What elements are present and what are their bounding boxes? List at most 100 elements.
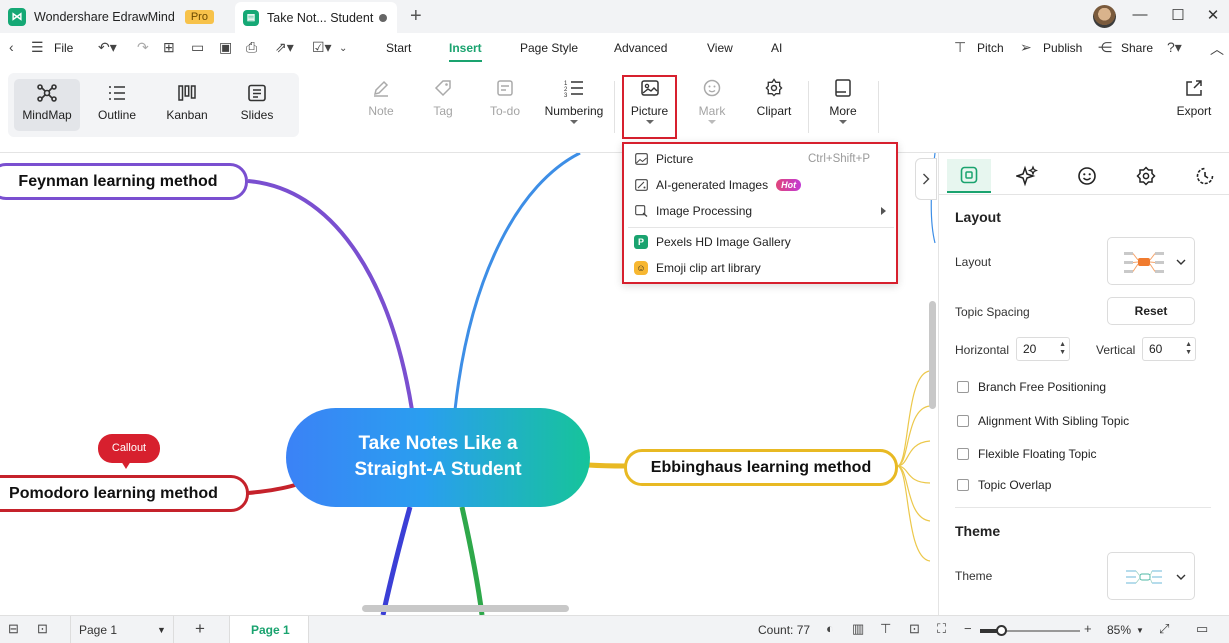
file-menu[interactable]: File — [54, 41, 73, 55]
help-icon[interactable]: ?▾ — [1167, 39, 1182, 56]
checklist-icon[interactable]: ☑▾ — [312, 39, 332, 56]
menu-item-picture[interactable]: Picture Ctrl+Shift+P — [624, 146, 896, 172]
tab-mark[interactable] — [1065, 159, 1109, 193]
zoom-slider[interactable] — [980, 625, 1080, 636]
menu-ai[interactable]: AI — [771, 41, 782, 55]
tag-button[interactable]: Tag — [426, 78, 460, 118]
unsaved-dot-icon[interactable] — [379, 13, 387, 22]
page-list-icon[interactable]: ⊟ — [8, 621, 19, 637]
mark-dropdown-caret-icon[interactable] — [708, 120, 716, 124]
redo-icon[interactable]: ↷ — [137, 39, 149, 56]
layout-selector[interactable] — [1107, 237, 1195, 285]
checkbox-box[interactable] — [957, 381, 969, 393]
checkbox-box[interactable] — [957, 448, 969, 460]
more-button[interactable]: More — [825, 78, 861, 124]
topic-feynman[interactable]: Feynman learning method — [0, 163, 248, 200]
theme-selector[interactable] — [1107, 552, 1195, 600]
publish-button[interactable]: Publish — [1043, 41, 1082, 55]
zoom-in-icon[interactable]: + — [1084, 621, 1092, 636]
checkbox-box[interactable] — [957, 415, 969, 427]
checkbox-box[interactable] — [957, 479, 969, 491]
reset-spacing-button[interactable]: Reset — [1107, 297, 1195, 325]
view-outline-button[interactable]: Outline — [84, 79, 150, 131]
tab-format[interactable] — [947, 159, 991, 193]
expand-canvas-icon[interactable]: ⤢ — [1159, 621, 1169, 637]
vertical-spacing-input[interactable]: 60 ▲ ▼ — [1142, 337, 1196, 361]
book-view-icon[interactable]: ▥ — [852, 621, 864, 637]
view-mindmap-button[interactable]: MindMap — [14, 79, 80, 131]
menu-item-emoji-label: Emoji clip art library — [656, 261, 761, 275]
plus-icon[interactable]: + — [410, 5, 422, 28]
hide-panel-icon[interactable]: ▭ — [1196, 621, 1208, 637]
page-thumbnail-icon[interactable]: ⊡ — [37, 621, 48, 637]
mark-button[interactable]: Mark — [694, 78, 730, 124]
menu-start[interactable]: Start — [386, 41, 411, 55]
topic-ebbinghaus[interactable]: Ebbinghaus learning method — [624, 449, 898, 486]
clipart-button[interactable]: Clipart — [754, 78, 794, 118]
todo-button[interactable]: To-do — [486, 78, 524, 118]
new-icon[interactable]: ⊞ — [163, 39, 175, 56]
document-tab[interactable]: ▤ Take Not... Student — [235, 2, 397, 33]
menu-page-style[interactable]: Page Style — [520, 41, 578, 55]
view-slides-button[interactable]: Slides — [224, 79, 290, 131]
menu-advanced[interactable]: Advanced — [614, 41, 667, 55]
hamburger-icon[interactable]: ☰ — [31, 39, 44, 56]
numbering-icon: 123 — [564, 81, 583, 98]
theme-toggle-icon[interactable]: ◐ — [826, 621, 834, 636]
tab-ai-style[interactable] — [1005, 159, 1049, 193]
edrawmind-logo-icon: ⋈ — [8, 7, 26, 26]
page-tab-active[interactable]: Page 1 — [229, 616, 309, 643]
customize-icon[interactable]: ⌄ — [339, 43, 347, 54]
save-icon[interactable]: ▣ — [219, 39, 232, 56]
numbering-button[interactable]: 123 Numbering — [543, 78, 605, 124]
close-icon[interactable]: ✕ — [1203, 6, 1223, 24]
menu-item-pexels-gallery[interactable]: P Pexels HD Image Gallery — [624, 229, 896, 255]
collapse-ribbon-icon[interactable]: ︿ — [1210, 39, 1224, 59]
maximize-icon[interactable]: ☐ — [1168, 6, 1188, 24]
view-kanban-button[interactable]: Kanban — [154, 79, 220, 131]
minimize-icon[interactable]: — — [1130, 6, 1150, 23]
checkbox-branch-free-positioning[interactable]: Branch Free Positioning — [957, 380, 1106, 394]
avatar[interactable] — [1093, 5, 1116, 28]
zoom-out-icon[interactable]: − — [964, 621, 972, 636]
pitch-button[interactable]: Pitch — [977, 41, 1004, 55]
open-folder-icon[interactable]: ▭ — [191, 39, 204, 56]
menu-insert[interactable]: Insert — [449, 41, 482, 55]
panel-collapse-button[interactable] — [915, 158, 937, 200]
presentation-icon[interactable]: ⊤ — [880, 621, 891, 637]
more-dropdown-caret-icon[interactable] — [839, 120, 847, 124]
fit-page-icon[interactable]: ⊡ — [909, 621, 920, 637]
horizontal-scrollbar[interactable] — [362, 605, 569, 612]
menu-view[interactable]: View — [707, 41, 733, 55]
checkbox-flexible-floating[interactable]: Flexible Floating Topic — [957, 447, 1097, 461]
pro-badge[interactable]: Pro — [184, 9, 214, 24]
spinner-icon[interactable]: ▲ ▼ — [1059, 341, 1066, 357]
chevron-down-icon[interactable]: ▼ — [1136, 626, 1144, 635]
print-icon[interactable]: ⎙ — [246, 39, 257, 56]
numbering-dropdown-caret-icon[interactable] — [570, 120, 578, 124]
central-topic[interactable]: Take Notes Like a Straight-A Student — [286, 408, 590, 507]
tab-clipart[interactable] — [1124, 159, 1168, 193]
menu-item-emoji-clipart[interactable]: ☺ Emoji clip art library — [624, 255, 896, 281]
zoom-slider-handle[interactable] — [996, 625, 1007, 636]
export-button[interactable]: Export — [1175, 78, 1213, 118]
zoom-level[interactable]: 85% — [1107, 623, 1131, 637]
checkbox-alignment-sibling[interactable]: Alignment With Sibling Topic — [957, 414, 1129, 428]
note-button[interactable]: Note — [364, 78, 398, 118]
share-button[interactable]: Share — [1121, 41, 1153, 55]
callout-bubble[interactable]: Callout — [98, 434, 160, 463]
menu-item-image-processing[interactable]: Image Processing — [624, 198, 896, 224]
page-select[interactable]: Page 1 ▼ — [70, 616, 174, 643]
back-icon[interactable]: ‹ — [9, 39, 14, 55]
export-quick-icon[interactable]: ⇗▾ — [275, 39, 294, 56]
vertical-scrollbar[interactable] — [929, 301, 936, 409]
tab-history[interactable] — [1183, 159, 1227, 193]
checkbox-topic-overlap[interactable]: Topic Overlap — [957, 478, 1051, 492]
fullscreen-icon[interactable]: ⛶ — [937, 621, 946, 637]
spinner-icon[interactable]: ▲ ▼ — [1185, 341, 1192, 357]
undo-icon[interactable]: ↶▾ — [98, 39, 117, 56]
add-page-icon[interactable]: + — [195, 619, 205, 639]
horizontal-spacing-input[interactable]: 20 ▲ ▼ — [1016, 337, 1070, 361]
topic-pomodoro[interactable]: Pomodoro learning method — [0, 475, 249, 512]
menu-item-ai-generated-images[interactable]: AI-generated Images Hot — [624, 172, 896, 198]
